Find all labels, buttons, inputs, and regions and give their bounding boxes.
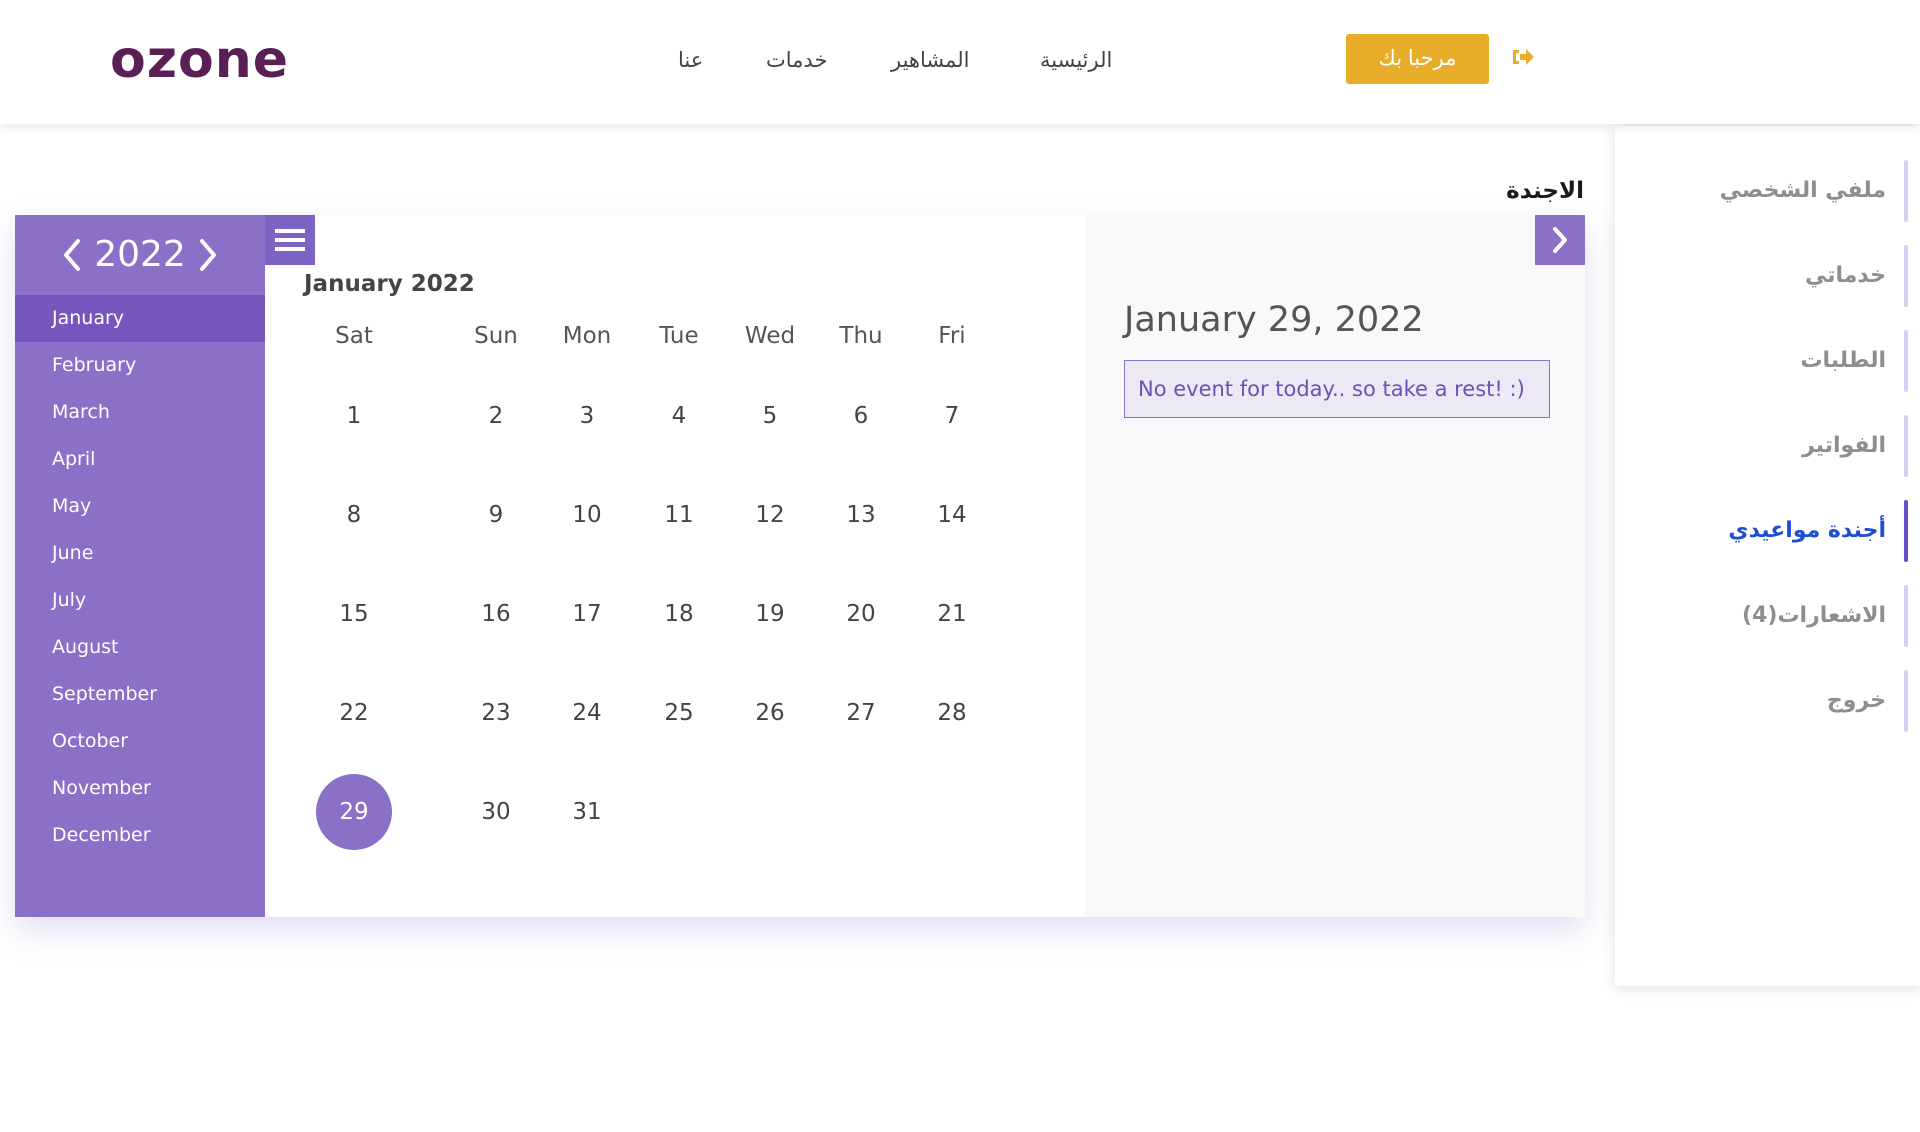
nav-services[interactable]: خدمات — [766, 44, 827, 76]
month-item-november[interactable]: November — [15, 765, 265, 812]
weekday-sat: Sat — [335, 323, 373, 349]
sidebar-item-my-agenda[interactable]: أجندة مواعيدي — [1615, 500, 1920, 562]
calendar-day[interactable]: 13 — [823, 477, 899, 553]
calendar-day[interactable]: 17 — [549, 576, 625, 652]
calendar-day[interactable]: 20 — [823, 576, 899, 652]
calendar-day[interactable]: 18 — [641, 576, 717, 652]
nav-celebrities[interactable]: المشاهير — [891, 44, 970, 76]
ozone-logo[interactable]: ozone — [110, 30, 289, 90]
chevron-right-icon — [1553, 227, 1567, 253]
calendar-day[interactable]: 9 — [458, 477, 534, 553]
account-sidebar: ملفي الشخصي خدماتي الطلبات الفواتير أجند… — [1615, 126, 1920, 986]
menu-toggle-button[interactable] — [265, 215, 315, 265]
year-label: 2022 — [94, 234, 186, 275]
sidebar-item-label: خدماتي — [1805, 263, 1886, 288]
calendar-day[interactable]: 26 — [732, 675, 808, 751]
welcome-button[interactable]: مرحبا بك — [1346, 34, 1489, 84]
sidebar-item-label: ملفي الشخصي — [1719, 178, 1886, 203]
month-sidebar: 2022 January February March April May June Jul… — [15, 215, 265, 917]
sidebar-item-label: الطلبات — [1800, 348, 1886, 373]
month-item-march[interactable]: March — [15, 389, 265, 436]
month-item-september[interactable]: September — [15, 671, 265, 718]
selected-date-label: January 29, 2022 — [1124, 300, 1424, 340]
month-item-july[interactable]: July — [15, 577, 265, 624]
month-item-may[interactable]: May — [15, 483, 265, 530]
weekday-tue: Tue — [659, 323, 699, 349]
chevron-left-icon[interactable] — [58, 235, 86, 275]
calendar-day[interactable]: 28 — [914, 675, 990, 751]
calendar-day[interactable]: 2 — [458, 378, 534, 454]
sidebar-item-label: أجندة مواعيدي — [1728, 518, 1886, 543]
chevron-right-icon[interactable] — [194, 235, 222, 275]
calendar-day[interactable]: 24 — [549, 675, 625, 751]
month-item-february[interactable]: February — [15, 342, 265, 389]
month-item-june[interactable]: June — [15, 530, 265, 577]
month-item-october[interactable]: October — [15, 718, 265, 765]
sidebar-item-logout[interactable]: خروج — [1615, 670, 1920, 732]
calendar-day[interactable]: 27 — [823, 675, 899, 751]
next-panel-button[interactable] — [1535, 215, 1585, 265]
calendar-day[interactable]: 14 — [914, 477, 990, 553]
calendar-day[interactable]: 31 — [549, 774, 625, 850]
sidebar-item-profile[interactable]: ملفي الشخصي — [1615, 160, 1920, 222]
logo-text: ozone — [110, 30, 290, 90]
calendar-day[interactable]: 19 — [732, 576, 808, 652]
nav-about[interactable]: عنا — [678, 44, 703, 76]
sign-out-icon[interactable] — [1510, 44, 1536, 70]
sidebar-item-label: خروج — [1826, 688, 1886, 713]
calendar-day[interactable]: 11 — [641, 477, 717, 553]
weekday-thu: Thu — [839, 323, 883, 349]
month-title: January 2022 — [304, 271, 475, 297]
sidebar-item-label: الفواتير — [1802, 433, 1886, 458]
page-title: الاجندة — [1506, 178, 1584, 204]
sidebar-item-my-services[interactable]: خدماتي — [1615, 245, 1920, 307]
calendar-day[interactable]: 3 — [549, 378, 625, 454]
weekday-fri: Fri — [938, 323, 966, 349]
top-header: ozone عنا خدمات المشاهير الرئيسية مرحبا … — [0, 0, 1920, 124]
month-item-january[interactable]: January — [15, 295, 265, 342]
calendar-day[interactable]: 16 — [458, 576, 534, 652]
calendar-day[interactable]: 22 — [316, 675, 392, 751]
weekday-wed: Wed — [744, 323, 796, 349]
calendar-day[interactable]: 25 — [641, 675, 717, 751]
calendar-day[interactable]: 29 — [316, 774, 392, 850]
calendar-widget: 2022 January February March April May June Jul… — [15, 215, 1585, 917]
calendar-day[interactable]: 30 — [458, 774, 534, 850]
hamburger-icon — [275, 229, 305, 251]
sidebar-item-invoices[interactable]: الفواتير — [1615, 415, 1920, 477]
sidebar-item-orders[interactable]: الطلبات — [1615, 330, 1920, 392]
weekday-sun: Sun — [474, 323, 518, 349]
calendar-day[interactable]: 6 — [823, 378, 899, 454]
calendar-day[interactable]: 12 — [732, 477, 808, 553]
calendar-day[interactable]: 1 — [316, 378, 392, 454]
calendar-day[interactable]: 4 — [641, 378, 717, 454]
calendar-day[interactable]: 5 — [732, 378, 808, 454]
calendar-day[interactable]: 10 — [549, 477, 625, 553]
nav-home[interactable]: الرئيسية — [1040, 44, 1112, 76]
weekday-mon: Mon — [562, 323, 612, 349]
calendar-day[interactable]: 23 — [458, 675, 534, 751]
sidebar-item-notifications[interactable]: الاشعارات(4) — [1615, 585, 1920, 647]
sidebar-item-label: الاشعارات(4) — [1742, 603, 1886, 628]
month-item-august[interactable]: August — [15, 624, 265, 671]
month-item-april[interactable]: April — [15, 436, 265, 483]
calendar-day[interactable]: 21 — [914, 576, 990, 652]
year-navigator: 2022 — [15, 215, 265, 295]
calendar-day[interactable]: 7 — [914, 378, 990, 454]
calendar-day[interactable]: 15 — [316, 576, 392, 652]
month-item-december[interactable]: December — [15, 812, 265, 859]
event-message: No event for today.. so take a rest! :) — [1124, 360, 1550, 418]
calendar-day[interactable]: 8 — [316, 477, 392, 553]
